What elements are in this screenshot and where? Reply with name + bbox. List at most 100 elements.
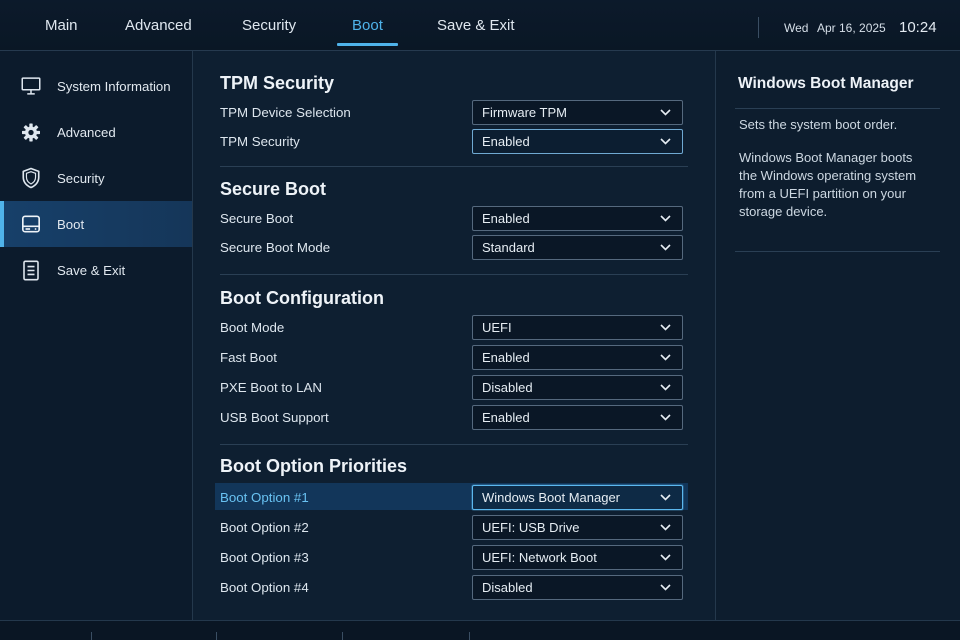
dropdown-value: Enabled [482, 349, 530, 365]
sidebar-item-system-information[interactable]: System Information [0, 63, 192, 109]
section-divider [220, 166, 688, 167]
setting-label: Fast Boot [220, 349, 277, 365]
fast-boot-dropdown[interactable]: Enabled [472, 344, 683, 370]
setting-label: TPM Device Selection [220, 104, 351, 120]
sidebar-item-label: Advanced [57, 124, 116, 140]
dropdown-value: Standard [482, 239, 535, 255]
chevron-down-icon [660, 214, 671, 222]
secure-boot-dropdown[interactable]: Enabled [472, 205, 683, 231]
setting-row-boot-option-4[interactable]: Boot Option #4 Disabled [215, 572, 688, 602]
sidebar-item-security[interactable]: Security [0, 155, 192, 201]
setting-label: Secure Boot [220, 210, 294, 226]
tab-boot[interactable]: Boot [337, 0, 398, 47]
setting-row-secure-boot-mode[interactable]: Secure Boot Mode Standard [215, 233, 688, 262]
setting-row-usb-boot-support[interactable]: USB Boot Support Enabled [215, 402, 688, 432]
boot-option-2-dropdown[interactable]: UEFI: USB Drive [472, 514, 683, 540]
boot-option-4-dropdown[interactable]: Disabled [472, 574, 683, 600]
secure-boot-mode-dropdown[interactable]: Standard [472, 234, 683, 260]
setting-row-secure-boot[interactable]: Secure Boot Enabled [215, 204, 688, 233]
chevron-down-icon [660, 553, 671, 561]
setting-row-pxe-boot-to-lan[interactable]: PXE Boot to LAN Disabled [215, 372, 688, 402]
chevron-down-icon [660, 353, 671, 361]
dropdown-value: UEFI: Network Boot [482, 549, 597, 565]
setting-row-tpm-security[interactable]: TPM Security Enabled [215, 127, 688, 156]
boot-option-3-dropdown[interactable]: UEFI: Network Boot [472, 544, 683, 570]
document-icon [21, 260, 41, 280]
sidebar-item-save-exit[interactable]: Save & Exit [0, 247, 192, 293]
drive-icon [21, 214, 41, 234]
tpm-device-selection-dropdown[interactable]: Firmware TPM [472, 99, 683, 125]
setting-label: PXE Boot to LAN [220, 379, 322, 395]
setting-row-fast-boot[interactable]: Fast Boot Enabled [215, 342, 688, 372]
chevron-down-icon [660, 323, 671, 331]
chevron-down-icon [660, 413, 671, 421]
sidebar-item-advanced[interactable]: Advanced [0, 109, 192, 155]
footer-key-hints-bar [0, 620, 960, 640]
section-tpm-security: TPM Security TPM Device Selection Firmwa… [193, 71, 715, 156]
boot-mode-dropdown[interactable]: UEFI [472, 314, 683, 340]
footer-divider [342, 632, 343, 640]
chevron-down-icon [660, 137, 671, 145]
tab-save-exit[interactable]: Save & Exit [422, 0, 530, 47]
chevron-down-icon [660, 523, 671, 531]
clock-divider [758, 17, 759, 38]
sidebar-item-label: Save & Exit [57, 262, 126, 278]
help-title: Windows Boot Manager [738, 75, 914, 92]
sidebar-item-label: Boot [57, 216, 85, 232]
help-divider [735, 108, 940, 109]
dropdown-value: Disabled [482, 379, 533, 395]
tab-advanced[interactable]: Advanced [110, 0, 207, 47]
setting-row-boot-option-2[interactable]: Boot Option #2 UEFI: USB Drive [215, 512, 688, 542]
setting-label: Boot Option #3 [220, 549, 309, 565]
section-divider [220, 444, 688, 445]
tab-main[interactable]: Main [30, 0, 93, 47]
chevron-down-icon [660, 583, 671, 591]
dropdown-value: Enabled [482, 210, 530, 226]
dropdown-value: Disabled [482, 579, 533, 595]
dropdown-value: UEFI [482, 319, 512, 335]
boot-settings-panel: TPM Security TPM Device Selection Firmwa… [193, 51, 716, 620]
boot-option-1-dropdown[interactable]: Windows Boot Manager [472, 484, 683, 510]
setting-row-boot-mode[interactable]: Boot Mode UEFI [215, 312, 688, 342]
section-boot-option-priorities: Boot Option Priorities Boot Option #1 Wi… [193, 454, 715, 602]
shield-icon [21, 167, 41, 189]
tab-security[interactable]: Security [227, 0, 311, 47]
setting-row-boot-option-1[interactable]: Boot Option #1 Windows Boot Manager [215, 482, 688, 512]
chevron-down-icon [660, 383, 671, 391]
section-divider [220, 274, 688, 275]
help-panel: Windows Boot Manager Sets the system boo… [716, 51, 960, 620]
pxe-boot-to-lan-dropdown[interactable]: Disabled [472, 374, 683, 400]
setting-label: Boot Mode [220, 319, 285, 335]
section-secure-boot: Secure Boot Secure Boot Enabled Secure B… [193, 177, 715, 262]
sidebar-item-label: System Information [57, 78, 171, 94]
gear-icon [21, 122, 41, 142]
setting-row-boot-option-3[interactable]: Boot Option #3 UEFI: Network Boot [215, 542, 688, 572]
section-title: TPM Security [220, 73, 335, 93]
bios-setup-screen: Main Advanced Security Boot Save & Exit … [0, 0, 960, 640]
usb-boot-support-dropdown[interactable]: Enabled [472, 404, 683, 430]
help-divider [735, 251, 940, 252]
setting-label: Boot Option #1 [220, 489, 309, 505]
section-boot-configuration: Boot Configuration Boot Mode UEFI Fast B… [193, 286, 715, 432]
clock-date: Apr 16, 2025 [817, 21, 886, 35]
monitor-icon [21, 76, 41, 96]
section-title: Secure Boot [220, 179, 327, 199]
top-menu-bar: Main Advanced Security Boot Save & Exit … [0, 0, 960, 51]
section-title: Boot Configuration [220, 288, 384, 308]
setting-label: Boot Option #4 [220, 579, 309, 595]
setting-label: Boot Option #2 [220, 519, 309, 535]
chevron-down-icon [660, 108, 671, 116]
dropdown-value: Enabled [482, 409, 530, 425]
setting-row-tpm-device-selection[interactable]: TPM Device Selection Firmware TPM [215, 98, 688, 127]
sidebar: System Information Advanced Security Boo… [0, 51, 193, 620]
tpm-security-dropdown[interactable]: Enabled [472, 128, 683, 154]
help-summary: Sets the system boot order. [739, 117, 898, 132]
setting-label: USB Boot Support [220, 409, 329, 425]
setting-label: Secure Boot Mode [220, 239, 331, 255]
chevron-down-icon [660, 243, 671, 251]
setting-label: TPM Security [220, 133, 300, 149]
sidebar-item-boot[interactable]: Boot [0, 201, 192, 247]
clock-time: 10:24 [899, 19, 937, 36]
dropdown-value: Firmware TPM [482, 104, 567, 120]
footer-divider [216, 632, 217, 640]
